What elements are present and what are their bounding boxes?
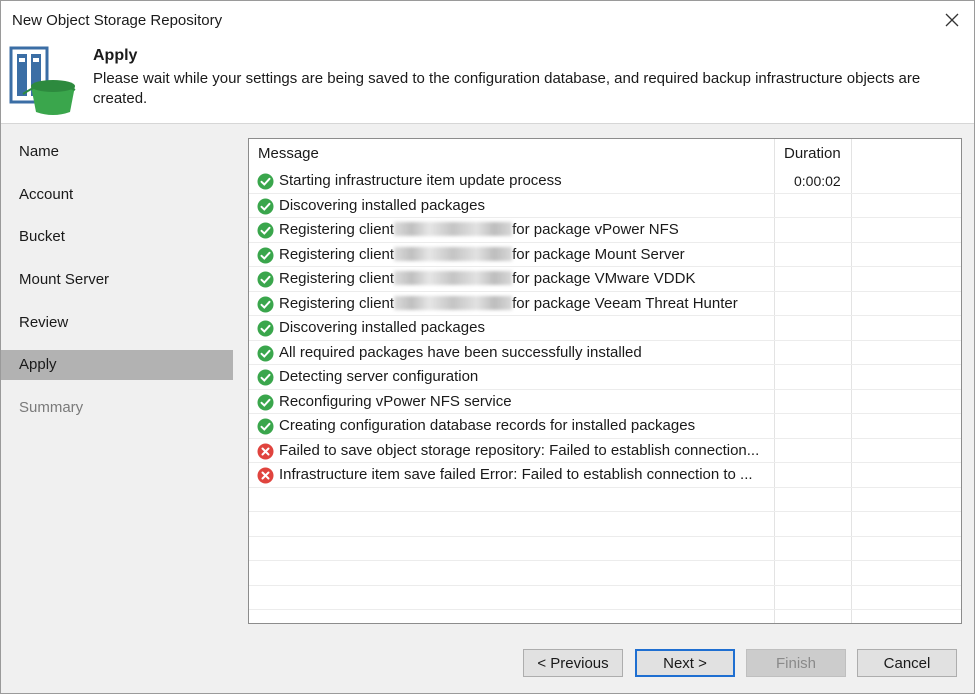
log-message: Registering client for package Veeam Thre…: [279, 292, 738, 316]
table-row[interactable]: Registering client for package VMware VDD…: [249, 267, 961, 292]
table-row[interactable]: Detecting server configuration: [249, 365, 961, 390]
finish-button: Finish: [746, 649, 846, 677]
table-row[interactable]: Discovering installed packages: [249, 316, 961, 341]
next-button[interactable]: Next >: [635, 649, 735, 677]
log-duration: 0:00:02: [794, 173, 841, 189]
log-message: Creating configuration database records …: [279, 417, 696, 434]
success-check-icon: [257, 271, 274, 288]
step-title: Apply: [93, 47, 138, 64]
empty-table-row[interactable]: [249, 537, 961, 561]
step-account[interactable]: Account: [1, 180, 233, 210]
step-name[interactable]: Name: [1, 137, 233, 167]
column-header-duration[interactable]: Duration: [784, 139, 841, 169]
cancel-button[interactable]: Cancel: [857, 649, 957, 677]
step-description: Please wait while your settings are bein…: [93, 70, 921, 107]
redacted-client-name: [394, 246, 513, 261]
table-row[interactable]: All required packages have been successf…: [249, 341, 961, 365]
log-message: Reconfiguring vPower NFS service: [279, 392, 512, 410]
log-message-prefix: Registering client: [279, 294, 395, 312]
table-row[interactable]: Registering client for package vPower NFS: [249, 218, 961, 243]
close-icon: [945, 13, 959, 27]
table-row[interactable]: Reconfiguring vPower NFS service: [249, 390, 961, 414]
table-row[interactable]: Creating configuration database records …: [249, 414, 961, 439]
log-message: Detecting server configuration: [279, 368, 479, 385]
table-row[interactable]: Starting infrastructure item update proc…: [249, 169, 961, 194]
log-message-suffix: for package vPower NFS: [512, 221, 679, 238]
error-icon: [257, 443, 274, 459]
log-message: Discovering installed packages: [279, 196, 485, 214]
empty-table-row[interactable]: [249, 586, 961, 610]
redacted-client-name: [394, 271, 513, 285]
log-message: Starting infrastructure item update proc…: [279, 172, 562, 189]
table-row[interactable]: Discovering installed packages: [249, 194, 961, 218]
wizard-steps-sidebar: Name Account Bucket Mount Server Review …: [1, 124, 234, 634]
success-check-icon: [257, 296, 274, 312]
log-message: Registering client for package VMware VDD…: [279, 267, 695, 291]
success-check-icon: [257, 247, 274, 263]
step-apply[interactable]: Apply: [1, 350, 233, 380]
redacted-client-name: [394, 222, 513, 236]
success-check-icon: [257, 222, 274, 239]
success-check-icon: [257, 418, 274, 435]
step-summary: Summary: [19, 399, 84, 416]
log-message: Infrastructure item save failed Error: F…: [279, 466, 753, 483]
success-check-icon: [257, 394, 274, 410]
success-check-icon: [257, 173, 274, 190]
success-check-icon: [257, 320, 274, 337]
title-bar: New Object Storage Repository: [1, 1, 974, 39]
log-message-prefix: Registering client: [279, 270, 395, 287]
log-message: Registering client for package Mount Serv…: [279, 243, 685, 267]
content-panel: Message Duration Starting infrastructure…: [234, 124, 974, 634]
log-message: Failed to save object storage repository…: [279, 441, 760, 459]
button-bar: < Previous Next > Finish Cancel: [1, 634, 974, 693]
success-check-icon: [257, 345, 274, 361]
table-row[interactable]: Failed to save object storage repository…: [249, 439, 961, 463]
success-check-icon: [257, 369, 274, 386]
error-icon: [257, 467, 274, 484]
window-title: New Object Storage Repository: [12, 12, 223, 29]
dialog-window: New Object Storage Repository Apply Plea…: [0, 0, 975, 694]
log-message-suffix: for package Veeam Threat Hunter: [512, 294, 738, 312]
table-row[interactable]: Registering client for package Veeam Thre…: [249, 292, 961, 316]
table-row[interactable]: Infrastructure item save failed Error: F…: [249, 463, 961, 488]
log-message-prefix: Registering client: [279, 245, 395, 263]
wizard-header: Apply Please wait while your settings ar…: [1, 39, 974, 123]
table-header: Message Duration: [249, 139, 961, 169]
column-header-message[interactable]: Message: [258, 139, 319, 169]
log-message: Discovering installed packages: [279, 319, 485, 336]
empty-table-row[interactable]: [249, 561, 961, 586]
object-storage-repository-icon: [9, 46, 76, 115]
success-check-icon: [257, 198, 274, 214]
progress-log-table[interactable]: Message Duration Starting infrastructure…: [248, 138, 962, 624]
log-message: Registering client for package vPower NFS: [279, 218, 679, 242]
empty-table-row[interactable]: [249, 512, 961, 537]
log-message-suffix: for package VMware VDDK: [512, 270, 696, 287]
table-row[interactable]: Registering client for package Mount Serv…: [249, 243, 961, 267]
step-mount-server[interactable]: Mount Server: [1, 265, 233, 295]
redacted-client-name: [394, 295, 513, 310]
log-message: All required packages have been successf…: [279, 343, 642, 361]
step-bucket[interactable]: Bucket: [1, 222, 233, 252]
previous-button[interactable]: < Previous: [523, 649, 623, 677]
log-message-suffix: for package Mount Server: [512, 245, 685, 263]
step-review[interactable]: Review: [1, 308, 233, 338]
log-message-prefix: Registering client: [279, 221, 395, 238]
close-button[interactable]: [938, 6, 966, 34]
empty-table-row[interactable]: [249, 488, 961, 512]
